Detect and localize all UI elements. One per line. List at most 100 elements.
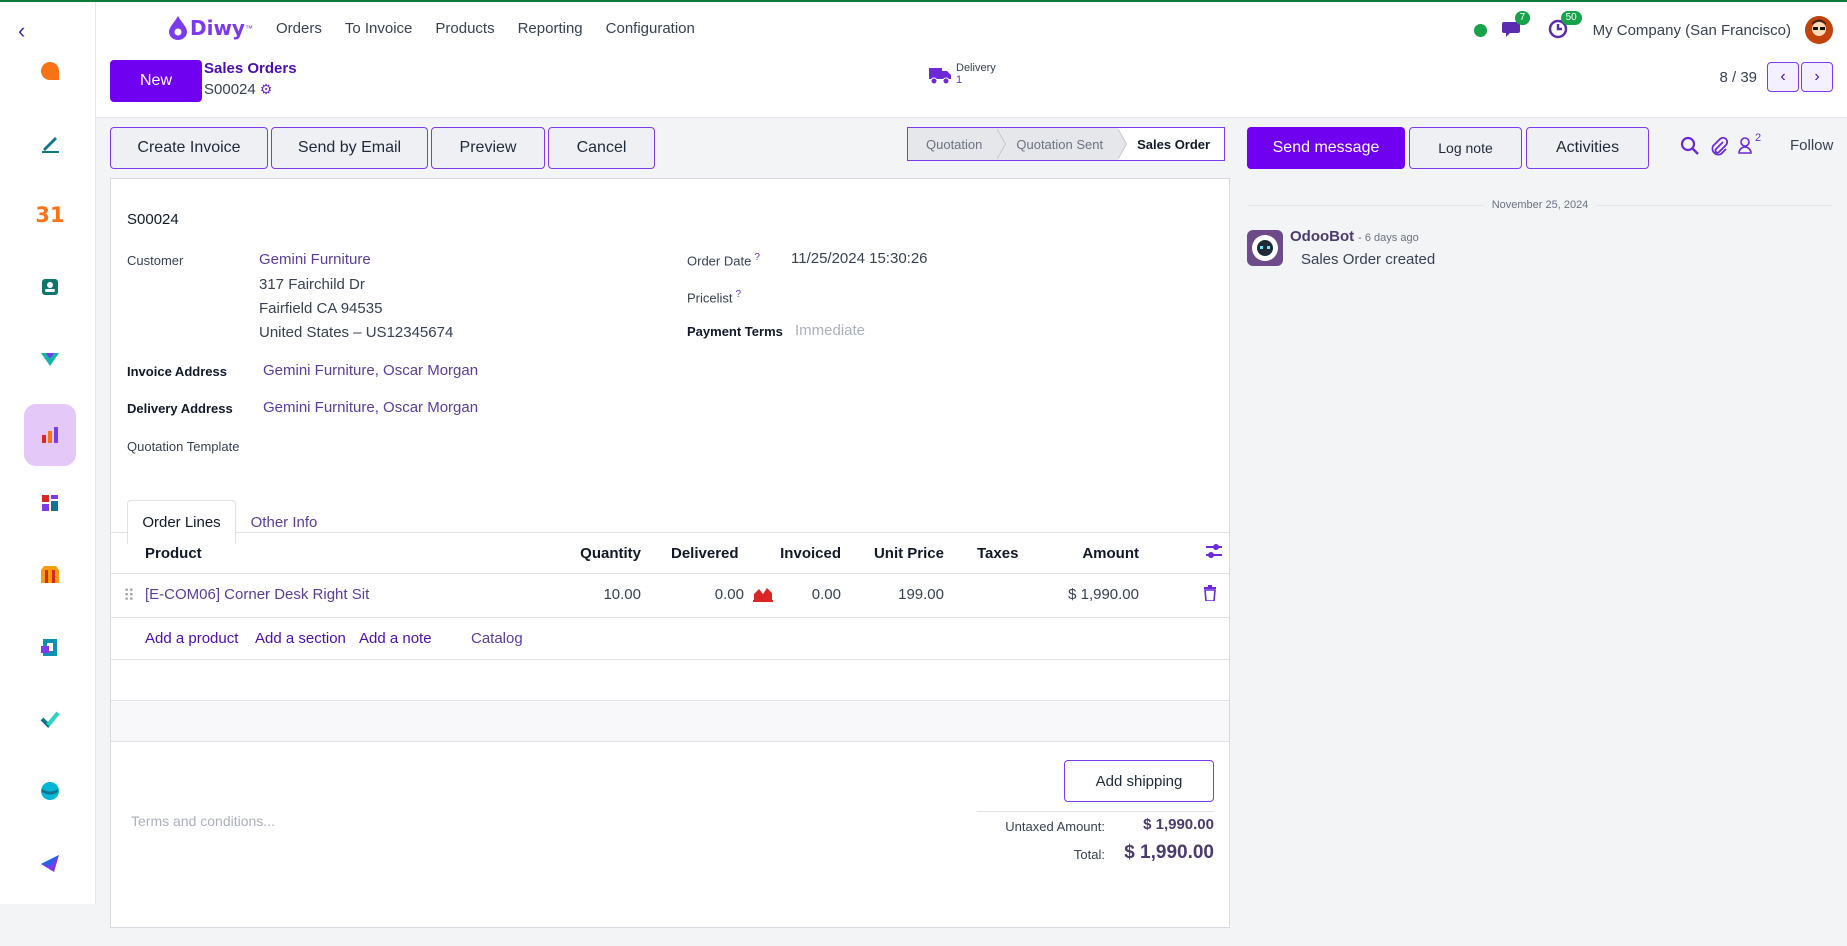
table-row[interactable]: ⠿ [E-COM06] Corner Desk Right Sit 10.00 … (111, 574, 1229, 618)
send-message-button[interactable]: Send message (1247, 127, 1405, 169)
column-quantity[interactable]: Quantity (571, 545, 641, 562)
stage-quotation-sent[interactable]: Quotation Sent (996, 128, 1128, 160)
order-date-help-icon[interactable]: ? (754, 252, 760, 263)
odoobot-avatar[interactable] (1247, 230, 1283, 266)
paperclip-icon[interactable] (1709, 136, 1729, 159)
message-body: Sales Order created (1301, 251, 1436, 268)
dashboard-icon[interactable] (24, 472, 76, 534)
sales-chart-icon[interactable] (24, 404, 76, 466)
drag-handle-icon[interactable]: ⠿ (123, 586, 135, 606)
stage-label: Quotation (926, 136, 983, 152)
brand-logo[interactable]: Diwy ™ (168, 16, 253, 40)
quotation-template-field[interactable] (263, 437, 563, 457)
search-icon[interactable] (1680, 136, 1700, 159)
follow-button[interactable]: Follow (1790, 137, 1833, 154)
stage-label: Sales Order (1137, 136, 1211, 152)
order-reference: S00024 (127, 211, 179, 228)
order-date-field[interactable]: 11/25/2024 15:30:26 (791, 250, 928, 267)
drop-logo-icon (169, 16, 187, 40)
delivery-label: Delivery (956, 62, 996, 74)
forecast-chart-icon[interactable] (753, 586, 773, 606)
pen-icon[interactable] (24, 112, 76, 174)
line-amount: $ 1,990.00 (1068, 586, 1139, 603)
menu-to-invoice[interactable]: To Invoice (345, 20, 413, 37)
preview-button[interactable]: Preview (431, 127, 545, 169)
menu-orders[interactable]: Orders (276, 20, 322, 37)
crm-icon[interactable] (24, 328, 76, 390)
customer-city: Fairfield CA 94535 (259, 300, 383, 317)
optional-columns-icon[interactable] (1205, 542, 1223, 564)
chat-bubble-icon[interactable] (24, 40, 76, 102)
add-section-link[interactable]: Add a section (255, 630, 346, 647)
discuss-icon[interactable] (24, 760, 76, 822)
breadcrumb-record: S00024 ⚙ (204, 81, 272, 98)
payment-terms-field[interactable]: Immediate (795, 322, 865, 339)
invoice-address-label: Invoice Address (127, 364, 227, 379)
check-icon[interactable] (24, 688, 76, 750)
column-product[interactable]: Product (145, 545, 202, 562)
delivery-smart-button[interactable]: Delivery 1 (928, 62, 996, 86)
line-unit-price[interactable]: 199.00 (851, 586, 944, 603)
messages-badge: 7 (1514, 11, 1531, 25)
add-shipping-button[interactable]: Add shipping (1064, 760, 1214, 802)
log-note-button[interactable]: Log note (1409, 127, 1522, 169)
cancel-button[interactable]: Cancel (548, 127, 655, 169)
stage-quotation[interactable]: Quotation (908, 128, 1007, 160)
menu-reporting[interactable]: Reporting (518, 20, 583, 37)
company-switcher[interactable]: My Company (San Francisco) (1593, 22, 1791, 39)
menu-configuration[interactable]: Configuration (606, 20, 695, 37)
add-line-row: Add a product Add a section Add a note C… (111, 618, 1229, 660)
shop-icon[interactable] (24, 544, 76, 606)
add-product-link[interactable]: Add a product (145, 630, 238, 647)
add-note-link[interactable]: Add a note (359, 630, 432, 647)
pricelist-help-icon[interactable]: ? (736, 289, 742, 300)
new-button[interactable]: New (110, 60, 202, 102)
breadcrumb-sales-orders[interactable]: Sales Orders (204, 60, 297, 77)
trash-icon[interactable] (1203, 585, 1217, 605)
gear-icon[interactable]: ⚙ (260, 81, 273, 98)
column-invoiced[interactable]: Invoiced (771, 545, 841, 562)
terms-and-conditions-field[interactable]: Terms and conditions... (131, 813, 275, 829)
brand-name: Diwy (190, 16, 245, 40)
column-delivered[interactable]: Delivered (671, 545, 739, 562)
line-product[interactable]: [E-COM06] Corner Desk Right Sit (145, 586, 369, 603)
menu-products[interactable]: Products (435, 20, 494, 37)
message-author[interactable]: OdooBot (1290, 228, 1354, 245)
delivery-address-field[interactable]: Gemini Furniture, Oscar Morgan (263, 399, 478, 416)
status-bar: Quotation Quotation Sent Sales Order (907, 127, 1226, 161)
pricelist-label: Pricelist? (687, 289, 741, 305)
pricelist-field[interactable] (791, 287, 1091, 307)
messages-icon[interactable]: 7 (1501, 11, 1531, 42)
column-amount[interactable]: Amount (1051, 545, 1139, 562)
pricelist-label-text: Pricelist (687, 290, 733, 306)
totals-divider (977, 811, 1214, 812)
line-quantity[interactable]: 10.00 (571, 586, 641, 603)
user-avatar[interactable] (1805, 16, 1833, 44)
total-value: $ 1,990.00 (1124, 842, 1214, 863)
untaxed-amount-label: Untaxed Amount: (1005, 819, 1105, 834)
followers-button[interactable]: 2 (1738, 132, 1761, 154)
invoice-icon[interactable] (24, 616, 76, 678)
pager-previous-button[interactable]: ‹ (1767, 62, 1799, 92)
column-taxes[interactable]: Taxes (977, 545, 1018, 562)
customer-field[interactable]: Gemini Furniture (259, 251, 371, 268)
activities-button[interactable]: Activities (1526, 127, 1649, 169)
pager-value[interactable]: 8 / 39 (1719, 69, 1757, 86)
navbar-systray: 7 50 My Company (San Francisco) (1473, 11, 1833, 44)
delivery-address-label: Delivery Address (127, 401, 233, 416)
pager-next-button[interactable]: › (1801, 62, 1833, 92)
record-pager: 8 / 39 ‹ › (1719, 62, 1833, 92)
send-by-email-button[interactable]: Send by Email (271, 127, 428, 169)
form-sheet: S00024 Customer Gemini Furniture 317 Fai… (110, 178, 1230, 928)
line-delivered: 0.00 (714, 586, 744, 603)
send-icon[interactable] (24, 832, 76, 894)
invoice-address-field[interactable]: Gemini Furniture, Oscar Morgan (263, 362, 478, 379)
contacts-icon[interactable] (24, 256, 76, 318)
calendar-icon[interactable]: 31 (24, 184, 76, 246)
column-unit-price[interactable]: Unit Price (851, 545, 944, 562)
activity-clock-icon[interactable]: 50 (1547, 11, 1582, 42)
create-invoice-button[interactable]: Create Invoice (110, 127, 268, 169)
stage-sales-order[interactable]: Sales Order (1117, 128, 1225, 160)
catalog-link[interactable]: Catalog (471, 630, 523, 647)
status-dot-icon (1473, 23, 1487, 37)
